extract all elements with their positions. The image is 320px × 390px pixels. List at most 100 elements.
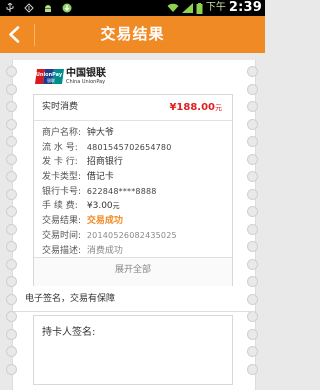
ticket-hole bbox=[247, 363, 258, 375]
android-icon bbox=[45, 5, 51, 12]
ticket-hole bbox=[247, 223, 258, 235]
signature-divider bbox=[13, 311, 255, 312]
page-title: 交易结果 bbox=[100, 25, 165, 43]
ticket-hole bbox=[247, 276, 258, 287]
ticket-hole bbox=[6, 258, 17, 270]
card-number-row: 银行卡号: 622848****8888 bbox=[42, 185, 228, 200]
unionpay-name: 中国银联 China UnionPay bbox=[66, 68, 106, 85]
ticket-hole bbox=[247, 346, 258, 357]
title-bar: 交易结果 bbox=[0, 16, 265, 53]
ticket-hole bbox=[6, 188, 17, 200]
status-bar: 下午 2:39 bbox=[0, 0, 265, 16]
description-value: 消费成功 bbox=[86, 245, 123, 256]
ticket-hole bbox=[6, 118, 17, 130]
fee-unit: 元 bbox=[112, 202, 120, 211]
status-ampm: 下午 bbox=[205, 2, 226, 13]
status-time: 2:39 bbox=[228, 0, 262, 15]
ticket-hole bbox=[6, 363, 17, 375]
ticket-hole bbox=[247, 188, 258, 200]
cardholder-signature-label: 持卡人签名: bbox=[42, 327, 96, 338]
unionpay-name-en: China UnionPay bbox=[66, 79, 106, 85]
system-status: 下午 2:39 bbox=[167, 0, 262, 16]
expand-all-label: 展开全部 bbox=[114, 265, 151, 275]
ticket-hole bbox=[6, 241, 17, 252]
sale-amount: ¥188.00元 bbox=[169, 95, 222, 121]
unionpay-name-cn: 中国银联 bbox=[66, 68, 106, 79]
ticket-hole bbox=[6, 101, 17, 112]
card-type-label: 发卡类型: bbox=[42, 172, 82, 183]
sale-row: 实时消费 ¥188.00元 bbox=[34, 95, 232, 121]
fee-amount: 3.00 bbox=[92, 201, 113, 212]
ticket-hole bbox=[6, 276, 17, 287]
unionpay-badge-icon: UnionPay 银联 bbox=[35, 69, 64, 84]
wifi-icon bbox=[167, 3, 179, 12]
ticket-hole bbox=[6, 223, 17, 235]
result-label: 交易结果: bbox=[42, 216, 82, 227]
unionpay-logo: UnionPay 银联 中国银联 China UnionPay bbox=[35, 68, 110, 85]
ticket-hole bbox=[6, 328, 17, 340]
fee-label: 手 续 费: bbox=[42, 201, 78, 212]
ticket-hole bbox=[247, 153, 258, 165]
ticket-hole bbox=[6, 346, 17, 357]
ticket-hole bbox=[247, 171, 258, 182]
description-label: 交易描述: bbox=[42, 245, 82, 256]
ticket-hole bbox=[6, 136, 17, 147]
issuing-bank-row: 发 卡 行: 招商银行 bbox=[42, 155, 228, 170]
download-icon bbox=[62, 3, 72, 13]
battery-icon bbox=[196, 2, 203, 14]
fee-row: 手 续 费: ¥3.00元 bbox=[42, 199, 228, 214]
time-label: 交易时间: bbox=[42, 230, 82, 241]
signature-hint: 电子签名，交易有保障 bbox=[25, 294, 116, 304]
ticket-hole bbox=[247, 206, 258, 217]
ticket-hole bbox=[247, 83, 258, 95]
ticket-hole bbox=[247, 311, 258, 322]
transaction-details: 实时消费 ¥188.00元 商户名称: 钟大爷 流 水 号: 480154570… bbox=[33, 94, 233, 286]
card-number-label: 银行卡号: bbox=[42, 186, 82, 197]
unionpay-badge-sub: 银联 bbox=[47, 77, 55, 83]
result-value: 交易成功 bbox=[86, 216, 123, 227]
issuing-bank-label: 发 卡 行: bbox=[42, 157, 78, 168]
ticket-hole bbox=[6, 83, 17, 95]
ticket-hole bbox=[247, 328, 258, 340]
fee-value: ¥3.00元 bbox=[87, 201, 120, 211]
time-row: 交易时间: 20140526082435025 bbox=[42, 229, 228, 244]
serial-number-row: 流 水 号: 4801545702654780 bbox=[42, 141, 228, 156]
card-number-value: 622848****8888 bbox=[86, 186, 157, 196]
ticket-hole bbox=[247, 293, 258, 305]
ticket-hole bbox=[6, 206, 17, 217]
ticket-hole bbox=[247, 66, 258, 77]
merchant-name-row: 商户名称: 钟大爷 bbox=[42, 126, 228, 141]
card-type-value: 借记卡 bbox=[86, 172, 114, 183]
receipt-left-edge bbox=[6, 60, 18, 380]
card-type-row: 发卡类型: 借记卡 bbox=[42, 170, 228, 185]
ticket-hole bbox=[247, 136, 258, 147]
expand-all-button[interactable]: 展开全部 bbox=[34, 257, 232, 286]
ticket-hole bbox=[247, 241, 258, 252]
notification-icons bbox=[5, 1, 72, 15]
merchant-name-value: 钟大爷 bbox=[86, 128, 114, 138]
signal-icon bbox=[181, 3, 193, 13]
time-value: 20140526082435025 bbox=[86, 230, 177, 240]
ticket-hole bbox=[6, 311, 17, 322]
ticket-hole bbox=[6, 293, 17, 305]
sale-amount-value: 188.00 bbox=[176, 102, 215, 113]
ticket-hole bbox=[247, 258, 258, 270]
ticket-hole bbox=[6, 66, 17, 77]
debug-icon bbox=[24, 3, 34, 13]
description-row: 交易描述: 消费成功 bbox=[42, 244, 228, 259]
ticket-hole bbox=[247, 118, 258, 130]
detail-rows: 商户名称: 钟大爷 流 水 号: 4801545702654780 发 卡 行:… bbox=[42, 126, 228, 258]
merchant-name-label: 商户名称: bbox=[42, 128, 82, 138]
sale-amount-unit: 元 bbox=[215, 104, 222, 112]
sale-type-label: 实时消费 bbox=[42, 102, 79, 112]
receipt-right-edge bbox=[247, 60, 259, 380]
ticket-hole bbox=[247, 101, 258, 112]
issuing-bank-value: 招商银行 bbox=[86, 157, 123, 168]
serial-number-label: 流 水 号: bbox=[42, 142, 78, 153]
ticket-hole bbox=[6, 153, 17, 165]
ticket-hole bbox=[6, 171, 17, 182]
signature-pad[interactable]: 持卡人签名: bbox=[33, 315, 233, 385]
usb-icon bbox=[6, 3, 14, 12]
result-row: 交易结果: 交易成功 bbox=[42, 214, 228, 229]
serial-number-value: 4801545702654780 bbox=[86, 142, 172, 152]
